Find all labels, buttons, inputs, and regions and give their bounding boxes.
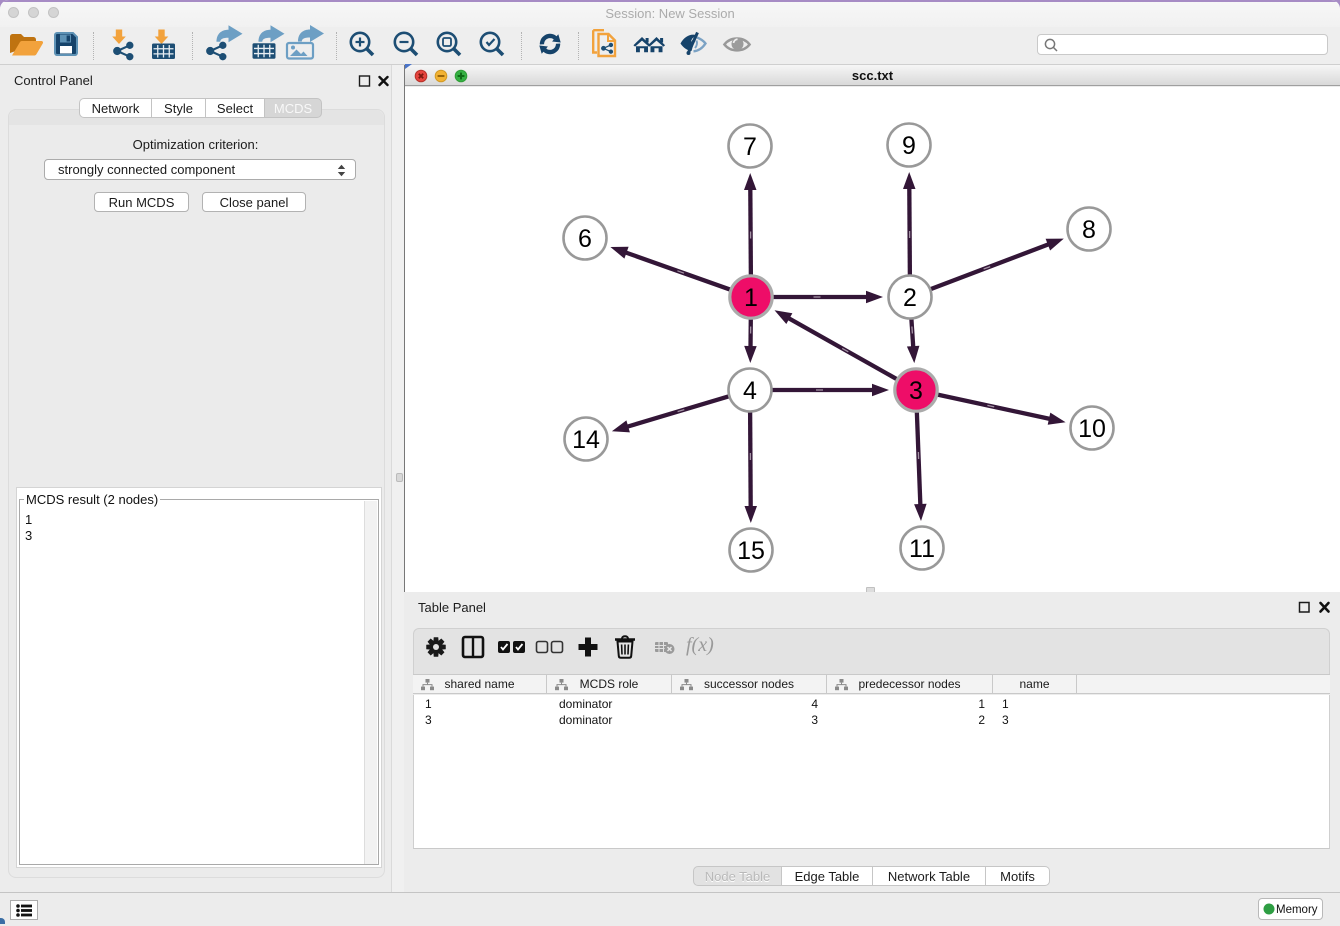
- svg-text:6: 6: [578, 225, 592, 253]
- svg-text:10: 10: [1078, 415, 1106, 443]
- svg-text:3: 3: [909, 377, 923, 405]
- svg-text:8: 8: [1082, 216, 1096, 244]
- svg-text:14: 14: [572, 426, 600, 454]
- svg-text:9: 9: [902, 132, 916, 160]
- svg-text:1: 1: [744, 284, 758, 312]
- svg-text:4: 4: [743, 377, 757, 405]
- svg-text:15: 15: [737, 537, 765, 565]
- svg-text:2: 2: [903, 284, 917, 312]
- svg-text:11: 11: [909, 535, 935, 563]
- svg-text:7: 7: [743, 133, 757, 161]
